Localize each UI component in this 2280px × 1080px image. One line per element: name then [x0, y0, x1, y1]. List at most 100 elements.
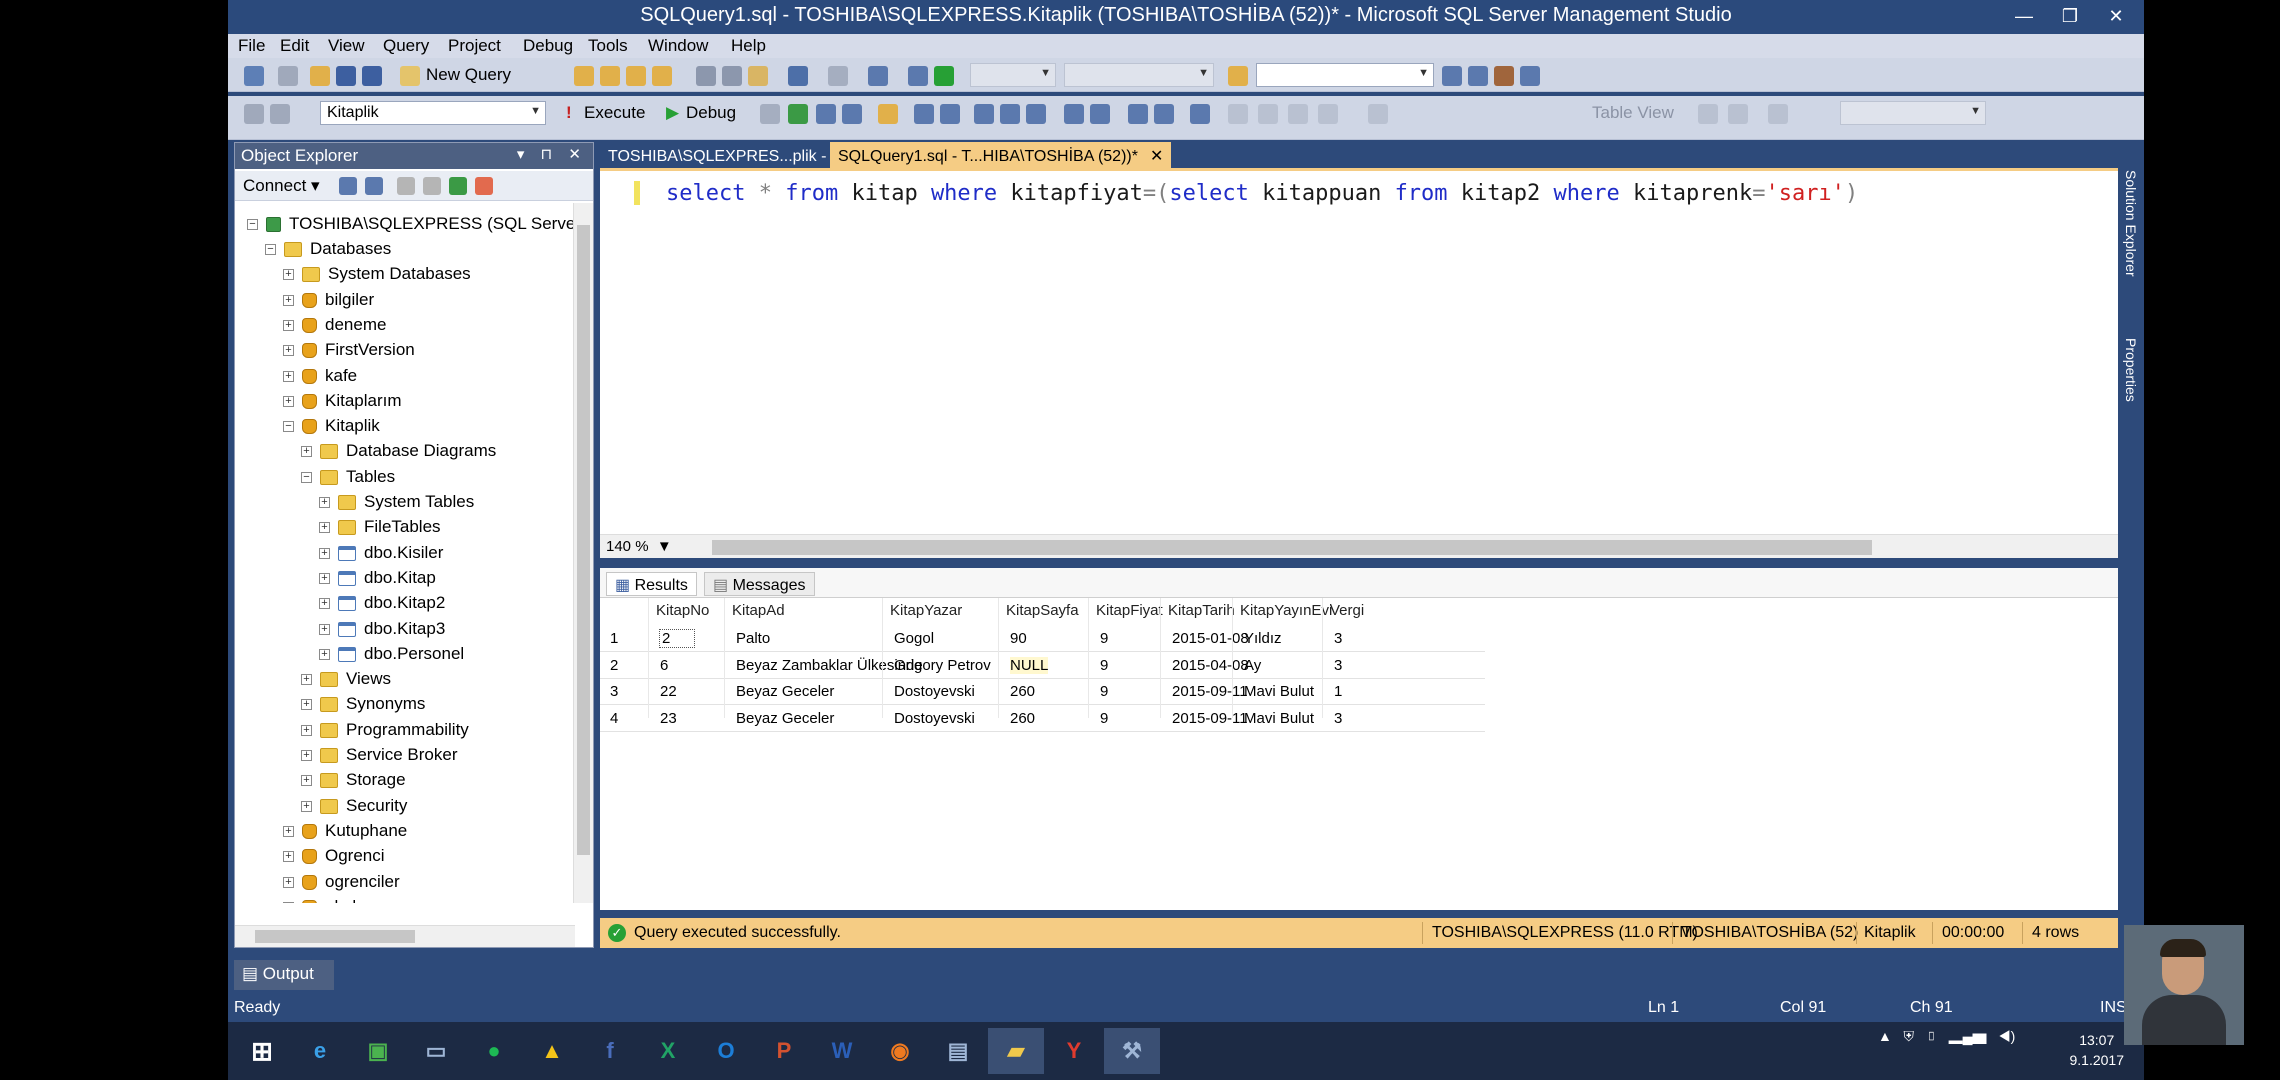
activity-monitor-icon[interactable] [908, 66, 928, 86]
tree-node[interactable]: + Ogrenci [283, 843, 385, 868]
battery-icon[interactable]: ▯ [1926, 1028, 1937, 1044]
results-to-grid-icon[interactable] [1000, 104, 1020, 124]
zoom-dropdown[interactable]: 140 % ▼ [606, 538, 672, 555]
column-header[interactable]: KitapYayınEvi [1240, 602, 1332, 619]
tree-node[interactable]: + kafe [283, 363, 357, 388]
table-view-button[interactable]: Table View [1592, 103, 1674, 123]
change-connection-icon[interactable] [270, 104, 290, 124]
expand-icon[interactable]: + [283, 345, 294, 357]
increase-indent-icon[interactable] [1154, 104, 1174, 124]
mdx-query-icon[interactable] [626, 66, 646, 86]
find-combo[interactable]: ▼ [1256, 63, 1434, 87]
add-table-icon[interactable] [1258, 104, 1278, 124]
undo-icon[interactable] [788, 66, 808, 86]
row-number[interactable]: 1 [610, 630, 618, 647]
collapse-icon[interactable]: − [247, 219, 258, 231]
layout-icon[interactable] [1768, 104, 1788, 124]
save-icon[interactable] [336, 66, 356, 86]
tree-node[interactable]: + System Tables [319, 489, 474, 514]
tree-node[interactable]: + dbo.Kisiler [319, 540, 443, 565]
debug-button[interactable]: Debug [686, 103, 736, 123]
tree-node[interactable]: + Synonyms [301, 691, 425, 716]
file-explorer-icon[interactable]: ▰ [988, 1028, 1044, 1074]
query-designer-icon[interactable] [842, 104, 862, 124]
row-number[interactable]: 4 [610, 710, 618, 727]
volume-icon[interactable]: ◀) [1998, 1028, 2015, 1044]
grid-cell[interactable]: 90 [1010, 630, 1027, 647]
tree-vertical-scrollbar[interactable] [573, 203, 593, 903]
menu-window[interactable]: Window [648, 36, 708, 56]
outlook-icon[interactable]: O [698, 1028, 754, 1074]
redo-icon[interactable] [828, 66, 848, 86]
generate-script-icon[interactable] [1318, 104, 1338, 124]
stop-icon[interactable] [397, 177, 415, 195]
replace-icon[interactable] [1368, 104, 1388, 124]
solution-config-dropdown[interactable]: ▼ [970, 63, 1056, 87]
grid-cell[interactable]: 1 [1334, 683, 1342, 700]
menu-edit[interactable]: Edit [280, 36, 309, 56]
network-icon[interactable]: ▂▄▆ [1949, 1028, 1987, 1044]
expand-icon[interactable]: + [283, 901, 294, 903]
grid-cell[interactable]: 260 [1010, 710, 1035, 727]
refresh-icon[interactable] [449, 177, 467, 195]
excel-icon[interactable]: X [640, 1028, 696, 1074]
available-databases-dropdown[interactable]: Kitaplik ▼ [320, 101, 546, 125]
tree-node-server[interactable]: − TOSHIBA\SQLEXPRESS (SQL Server 1 [247, 211, 575, 236]
expand-icon[interactable]: + [283, 319, 294, 331]
restore-button[interactable]: ❐ [2052, 2, 2088, 30]
parse-icon[interactable] [788, 104, 808, 124]
add-item-icon[interactable] [278, 66, 298, 86]
solution-explorer-tab[interactable]: Solution Explorer [2123, 170, 2139, 277]
find-icon[interactable] [1228, 66, 1248, 86]
google-drive-icon[interactable]: ▲ [524, 1028, 580, 1074]
column-header[interactable]: KitapTarih [1168, 602, 1235, 619]
word-icon[interactable]: W [814, 1028, 870, 1074]
expand-icon[interactable]: + [283, 269, 294, 281]
open-file-icon[interactable] [310, 66, 330, 86]
new-query-icon[interactable] [400, 66, 420, 86]
expand-icon[interactable]: + [319, 547, 330, 559]
tree-node[interactable]: + dbo.Kitap [319, 565, 436, 590]
tree-node[interactable]: + bilgiler [283, 287, 374, 312]
grid-cell[interactable]: 6 [660, 657, 668, 674]
firefox-icon[interactable]: ◉ [872, 1028, 928, 1074]
filter-icon[interactable] [423, 177, 441, 195]
grid-cell[interactable]: NULL [1010, 656, 1049, 674]
tree-node[interactable]: + FirstVersion [283, 337, 415, 362]
collapse-icon[interactable]: − [301, 471, 312, 483]
row-number[interactable]: 3 [610, 683, 618, 700]
facebook-icon[interactable]: f [582, 1028, 638, 1074]
grid-cell[interactable]: Mavi Bulut [1244, 683, 1314, 700]
results-to-text-icon[interactable] [974, 104, 994, 124]
connect-engine-icon[interactable] [339, 177, 357, 195]
expand-icon[interactable]: + [283, 395, 294, 407]
menu-tools[interactable]: Tools [588, 36, 628, 56]
tree-node[interactable]: − Tables [301, 464, 395, 489]
grid-cell[interactable]: Gogol [894, 630, 934, 647]
close-button[interactable]: ✕ [2098, 2, 2134, 30]
execute-button[interactable]: Execute [584, 103, 645, 123]
menu-query[interactable]: Query [383, 36, 429, 56]
collapse-icon[interactable]: − [283, 421, 294, 433]
grid-cell[interactable]: 2015-09-11 [1172, 710, 1248, 727]
minimize-button[interactable]: — [2006, 2, 2042, 30]
connect-button[interactable]: Connect ▾ [243, 176, 320, 196]
solution-explorer-icon[interactable] [1442, 66, 1462, 86]
menu-debug[interactable]: Debug [523, 36, 573, 56]
grid-cell[interactable]: 9 [1100, 683, 1108, 700]
expand-icon[interactable]: + [301, 724, 312, 736]
spotify-icon[interactable]: ● [466, 1028, 522, 1074]
decrease-indent-icon[interactable] [1128, 104, 1148, 124]
cancel-query-icon[interactable] [760, 104, 780, 124]
grid-cell[interactable]: 3 [1334, 710, 1342, 727]
grid-cell[interactable]: 3 [1334, 657, 1342, 674]
tree-horizontal-scrollbar[interactable] [235, 925, 575, 947]
yandex-icon[interactable]: Y [1046, 1028, 1102, 1074]
grid-cell[interactable]: 3 [1334, 630, 1342, 647]
tree-node[interactable]: + dbo.Kitap3 [319, 616, 445, 641]
uncomment-icon[interactable] [1090, 104, 1110, 124]
collapse-icon[interactable]: − [265, 244, 276, 256]
window-icon[interactable] [1520, 66, 1540, 86]
expand-icon[interactable]: + [319, 598, 330, 610]
tree-node[interactable]: − Kitaplik [283, 413, 380, 438]
